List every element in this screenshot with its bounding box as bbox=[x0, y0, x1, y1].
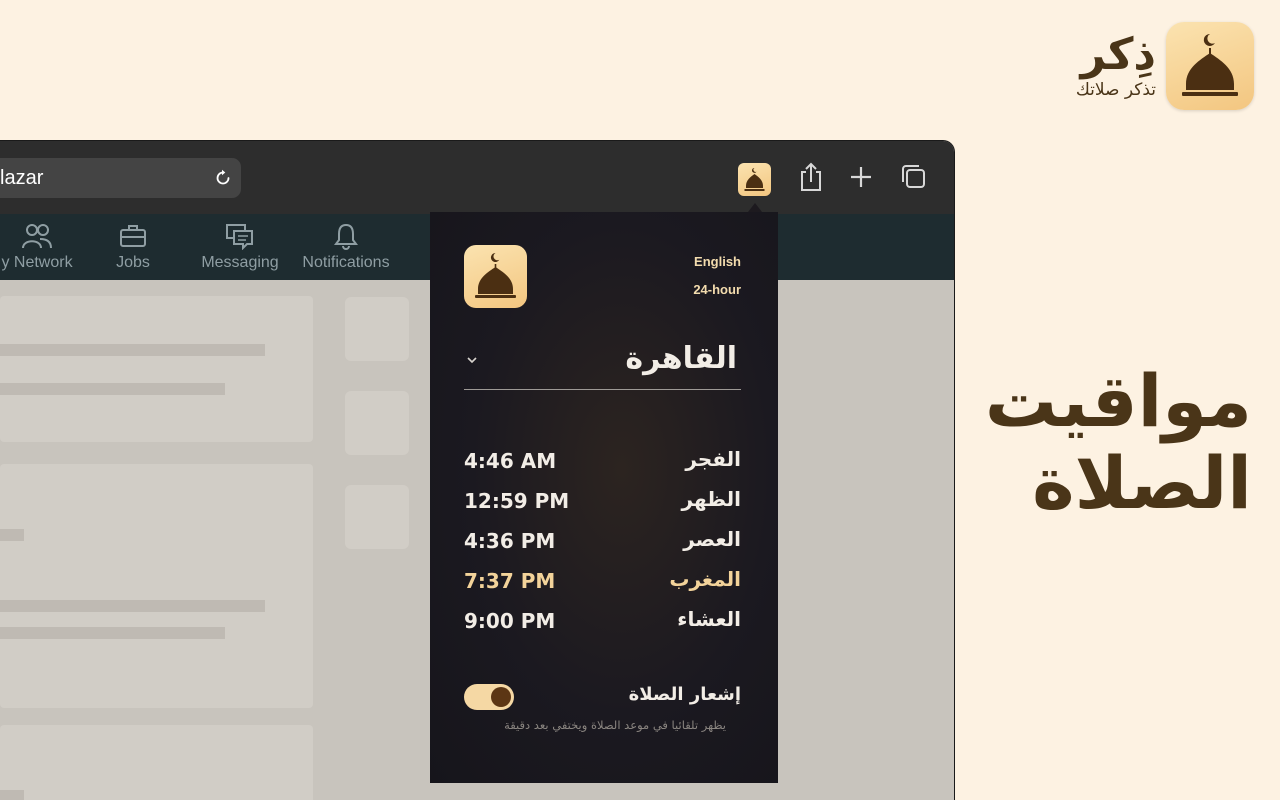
nav-my-network[interactable]: y Network bbox=[0, 222, 80, 272]
address-bar[interactable]: lazar bbox=[0, 158, 241, 198]
new-tab-plus-icon[interactable] bbox=[847, 161, 875, 193]
prayer-name: العشاء bbox=[677, 607, 741, 631]
notification-toggle[interactable] bbox=[464, 684, 514, 710]
prayer-time: 4:46 AM bbox=[464, 449, 557, 473]
headline: مواقيت الصلاة bbox=[985, 360, 1252, 524]
prayer-row-isha: 9:00 PM العشاء bbox=[464, 607, 741, 637]
browser-toolbar: lazar bbox=[0, 141, 954, 214]
skeleton-line bbox=[0, 627, 225, 639]
prayer-time: 7:37 PM bbox=[464, 569, 556, 593]
city-name: القاهرة bbox=[625, 341, 737, 376]
prayer-row-dhuhr: 12:59 PM الظهر bbox=[464, 487, 741, 517]
extension-mosque-icon[interactable] bbox=[738, 163, 771, 196]
nav-jobs[interactable]: Jobs bbox=[100, 222, 166, 272]
brand-name: ذِكر bbox=[1080, 29, 1156, 80]
prayer-name: المغرب bbox=[669, 567, 741, 591]
prayer-row-asr: 4:36 PM العصر bbox=[464, 527, 741, 557]
prayer-row-maghrib: 7:37 PM المغرب bbox=[464, 567, 741, 597]
prayer-time: 9:00 PM bbox=[464, 609, 556, 633]
nav-label: Jobs bbox=[116, 254, 150, 271]
nav-notifications[interactable]: Notifications bbox=[296, 222, 396, 272]
headline-line-1: مواقيت bbox=[984, 359, 1252, 443]
skeleton-thumb bbox=[345, 485, 409, 549]
skeleton-card bbox=[0, 296, 313, 442]
skeleton-line bbox=[0, 383, 225, 395]
brand-header: ذِكر تذكر صلاتك bbox=[1076, 22, 1254, 110]
popup-arrow bbox=[748, 203, 762, 212]
prayer-name: الظهر bbox=[681, 487, 742, 511]
people-icon bbox=[22, 224, 52, 249]
bell-icon bbox=[334, 223, 358, 250]
notification-label: إشعار الصلاة bbox=[628, 684, 741, 705]
notification-hint: يظهر تلقائيا في موعد الصلاة ويختفي بعد د… bbox=[504, 718, 726, 732]
skeleton-line bbox=[0, 600, 265, 612]
nav-label: Messaging bbox=[201, 254, 279, 271]
city-select[interactable]: القاهرة bbox=[464, 337, 741, 390]
mosque-dome-icon bbox=[464, 245, 527, 308]
nav-label: y Network bbox=[1, 254, 73, 271]
prayer-time: 4:36 PM bbox=[464, 529, 556, 553]
skeleton-card bbox=[0, 464, 313, 708]
share-icon[interactable] bbox=[797, 161, 825, 193]
chevron-down-icon bbox=[467, 357, 477, 364]
skeleton-line bbox=[0, 529, 24, 541]
language-toggle[interactable]: English bbox=[694, 254, 741, 269]
nav-messaging[interactable]: Messaging bbox=[196, 222, 284, 272]
toggle-knob bbox=[491, 687, 511, 707]
briefcase-icon bbox=[120, 225, 146, 247]
prayer-time: 12:59 PM bbox=[464, 489, 570, 513]
address-text: lazar bbox=[0, 167, 44, 189]
nav-label: Notifications bbox=[302, 254, 390, 271]
skeleton-card bbox=[0, 725, 313, 800]
headline-line-2: الصلاة bbox=[1032, 441, 1252, 525]
skeleton-line bbox=[0, 344, 265, 356]
prayer-name: الفجر bbox=[685, 447, 741, 471]
skeleton-thumb bbox=[345, 297, 409, 361]
brand-tagline: تذكر صلاتك bbox=[1075, 80, 1156, 100]
reload-icon[interactable] bbox=[213, 168, 233, 188]
clock-format-toggle[interactable]: 24-hour bbox=[693, 282, 741, 297]
prayer-row-fajr: 4:46 AM الفجر bbox=[464, 447, 741, 477]
skeleton-line bbox=[0, 790, 24, 800]
skeleton-thumb bbox=[345, 391, 409, 455]
tabs-overview-icon[interactable] bbox=[899, 161, 927, 193]
mosque-dome-icon bbox=[1166, 22, 1254, 110]
messages-icon bbox=[226, 224, 253, 250]
prayer-name: العصر bbox=[683, 527, 741, 551]
brand-text: ذِكر تذكر صلاتك bbox=[1076, 31, 1156, 101]
prayer-times-popup: English 24-hour القاهرة 4:46 AM الفجر 12… bbox=[430, 212, 778, 783]
